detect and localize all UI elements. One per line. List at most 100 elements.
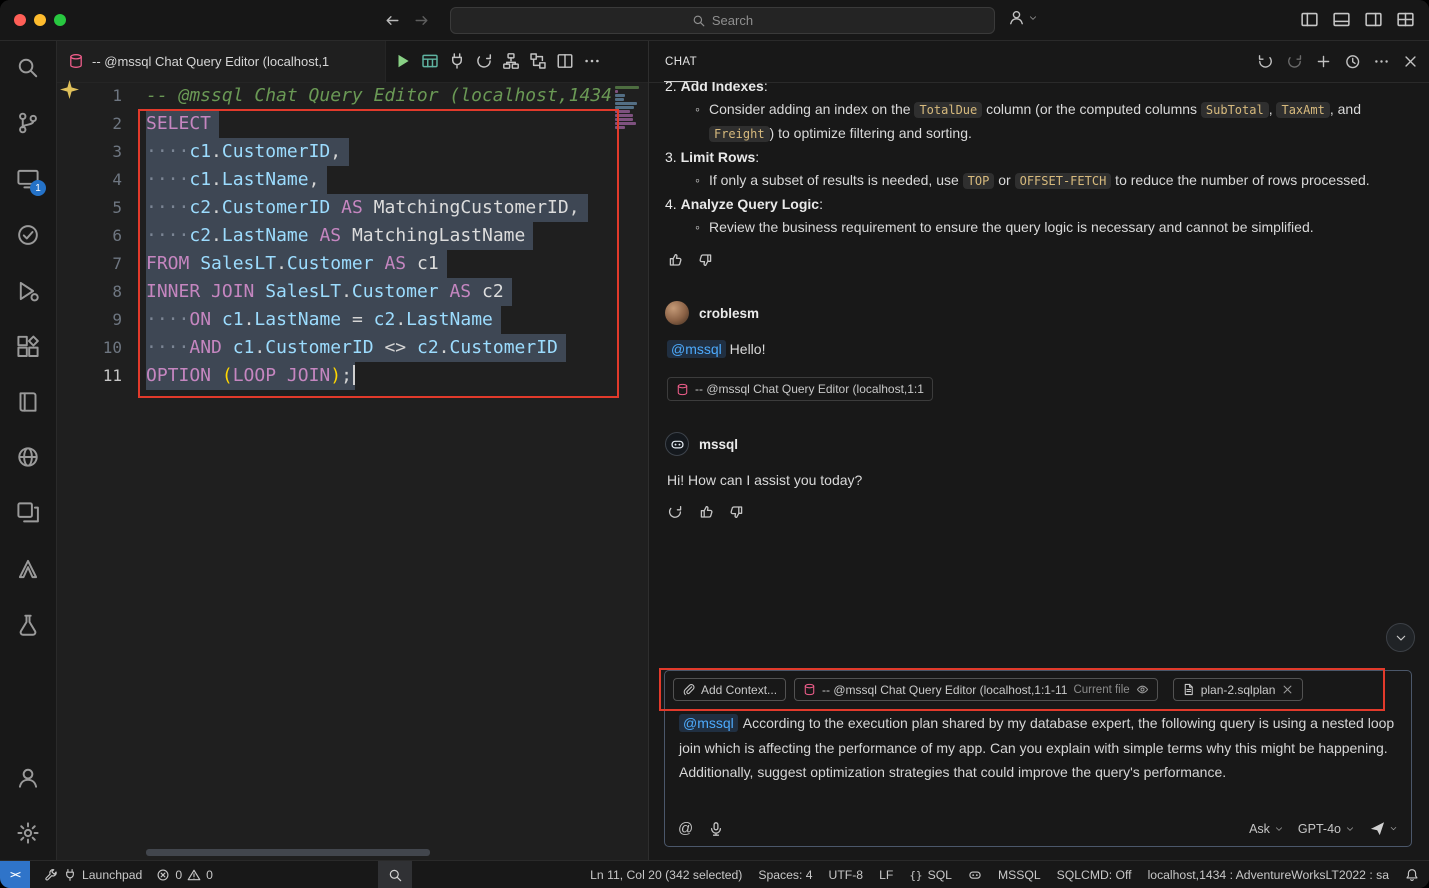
code-line[interactable]: SELECT xyxy=(146,110,648,138)
zoom-button[interactable] xyxy=(378,861,412,888)
line-number: 11 xyxy=(56,362,146,390)
minimap[interactable] xyxy=(613,84,643,860)
indentation-item[interactable]: Spaces: 4 xyxy=(758,868,812,882)
settings-gear-icon[interactable] xyxy=(16,821,40,845)
azure-icon[interactable] xyxy=(16,557,40,581)
account-icon xyxy=(1008,9,1025,26)
command-center-search[interactable]: Search xyxy=(450,7,995,34)
code-line[interactable]: ····c2.CustomerID AS MatchingCustomerID, xyxy=(146,194,648,222)
assistant-name: mssql xyxy=(699,437,738,452)
problems-item[interactable]: 0 0 xyxy=(156,868,213,882)
mode-picker[interactable]: Ask xyxy=(1249,822,1284,836)
mention-button[interactable]: @ xyxy=(678,820,693,837)
scroll-to-bottom-button[interactable] xyxy=(1386,623,1415,652)
docs-book-icon[interactable] xyxy=(16,390,40,414)
split-editor-icon[interactable] xyxy=(556,52,574,70)
code-line[interactable]: INNER JOIN SalesLT.Customer AS c2 xyxy=(146,278,648,306)
code-line[interactable]: ····c2.LastName AS MatchingLastName xyxy=(146,222,648,250)
thumbs-down-icon[interactable] xyxy=(729,504,745,520)
plan-file-chip[interactable]: plan-2.sqlplan xyxy=(1173,678,1304,701)
change-connection-icon[interactable] xyxy=(475,52,493,70)
current-file-chip[interactable]: -- @mssql Chat Query Editor (localhost,1… xyxy=(794,678,1158,701)
run-debug-icon[interactable] xyxy=(16,279,40,303)
errors-count: 0 xyxy=(175,868,182,882)
maximize-window-button[interactable] xyxy=(54,14,66,26)
current-file-label: -- @mssql Chat Query Editor (localhost,1… xyxy=(822,683,1067,697)
attached-file-chip[interactable]: -- @mssql Chat Query Editor (localhost,1… xyxy=(667,377,933,401)
remove-chip-icon[interactable] xyxy=(1281,683,1294,696)
notifications-bell-icon[interactable] xyxy=(1405,868,1419,882)
customize-layout-icon[interactable] xyxy=(1396,10,1415,29)
send-button[interactable] xyxy=(1369,820,1398,837)
code-line[interactable]: ····ON c1.LastName = c2.LastName xyxy=(146,306,648,334)
connection-item[interactable]: localhost,1434 : AdventureWorksLT2022 : … xyxy=(1148,868,1389,882)
minimize-window-button[interactable] xyxy=(34,14,46,26)
toggle-primary-sidebar-icon[interactable] xyxy=(1300,10,1319,29)
code-line[interactable]: OPTION (LOOP JOIN); xyxy=(146,362,648,390)
microphone-icon[interactable] xyxy=(708,821,724,837)
encoding-item[interactable]: UTF-8 xyxy=(829,868,864,882)
thumbs-up-icon[interactable] xyxy=(698,504,714,520)
code-line[interactable]: -- @mssql Chat Query Editor (localhost,1… xyxy=(146,82,648,110)
chat-history-icon[interactable] xyxy=(1344,53,1361,70)
remote-indicator[interactable]: >< xyxy=(0,861,30,888)
close-panel-icon[interactable] xyxy=(1402,53,1419,70)
results-grid-icon[interactable] xyxy=(421,52,439,70)
horizontal-scrollbar[interactable] xyxy=(146,849,430,856)
line-number: 2 xyxy=(56,110,146,138)
editor-tab[interactable]: -- @mssql Chat Query Editor (localhost,1 xyxy=(56,40,386,82)
eye-icon[interactable] xyxy=(1136,683,1149,696)
code-line[interactable]: ····c1.LastName, xyxy=(146,166,648,194)
more-actions-icon[interactable] xyxy=(583,52,601,70)
back-arrow-icon[interactable] xyxy=(384,12,401,29)
remote-badge: 1 xyxy=(30,180,46,196)
github-globe-icon[interactable] xyxy=(16,445,40,469)
sqlcmd-item[interactable]: SQLCMD: Off xyxy=(1057,868,1132,882)
mssql-item[interactable]: MSSQL xyxy=(998,868,1041,882)
code-area[interactable]: -- @mssql Chat Query Editor (localhost,1… xyxy=(146,82,648,390)
run-query-icon[interactable] xyxy=(394,52,412,70)
chat-input-box[interactable]: Add Context... -- @mssql Chat Query Edit… xyxy=(664,670,1412,847)
chat-input-text[interactable]: @mssqlAccording to the execution plan sh… xyxy=(679,711,1397,785)
copilot-status-icon[interactable] xyxy=(968,868,982,882)
connection-plug-icon[interactable] xyxy=(448,52,466,70)
search-view-icon[interactable] xyxy=(16,56,40,80)
inline-code: Freight xyxy=(709,126,770,142)
accounts-icon[interactable] xyxy=(16,766,40,790)
query-plan-icon[interactable] xyxy=(529,52,547,70)
file-icon xyxy=(1182,683,1195,696)
language-item[interactable]: {} SQL xyxy=(909,868,952,882)
copilot-menu-button[interactable] xyxy=(1008,9,1038,26)
estimated-plan-icon[interactable] xyxy=(502,52,520,70)
regenerate-icon[interactable] xyxy=(667,504,683,520)
thumbs-up-icon[interactable] xyxy=(667,252,683,268)
code-line[interactable]: ····c1.CustomerID, xyxy=(146,138,648,166)
toggle-panel-icon[interactable] xyxy=(1332,10,1351,29)
launchpad-item[interactable]: Launchpad xyxy=(44,868,142,882)
code-line[interactable]: FROM SalesLT.Customer AS c1 xyxy=(146,250,648,278)
source-control-icon[interactable] xyxy=(16,111,40,135)
thumbs-down-icon[interactable] xyxy=(698,252,714,268)
forward-arrow-icon[interactable] xyxy=(413,12,430,29)
plan-file-label: plan-2.sqlplan xyxy=(1201,683,1276,697)
redo-icon[interactable] xyxy=(1286,53,1303,70)
mssql-mention-chip[interactable]: @mssql xyxy=(667,340,726,358)
new-chat-icon[interactable] xyxy=(1315,53,1332,70)
cursor-position-item[interactable]: Ln 11, Col 20 (342 selected) xyxy=(590,868,742,882)
windows-view-icon[interactable] xyxy=(16,501,40,525)
more-actions-icon[interactable] xyxy=(1373,53,1390,70)
search-placeholder: Search xyxy=(712,13,753,28)
sql-projects-icon[interactable] xyxy=(16,613,40,637)
undo-icon[interactable] xyxy=(1257,53,1274,70)
magnifier-icon xyxy=(388,868,403,883)
extensions-icon[interactable] xyxy=(16,335,40,359)
testing-icon[interactable] xyxy=(16,223,40,247)
toggle-secondary-sidebar-icon[interactable] xyxy=(1364,10,1383,29)
eol-item[interactable]: LF xyxy=(879,868,893,882)
copilot-sparkle-icon[interactable] xyxy=(60,80,79,99)
model-picker[interactable]: GPT-4o xyxy=(1298,822,1355,836)
panel-divider[interactable] xyxy=(648,40,649,860)
code-line[interactable]: ····AND c1.CustomerID <> c2.CustomerID xyxy=(146,334,648,362)
close-window-button[interactable] xyxy=(14,14,26,26)
add-context-button[interactable]: Add Context... xyxy=(673,678,786,701)
